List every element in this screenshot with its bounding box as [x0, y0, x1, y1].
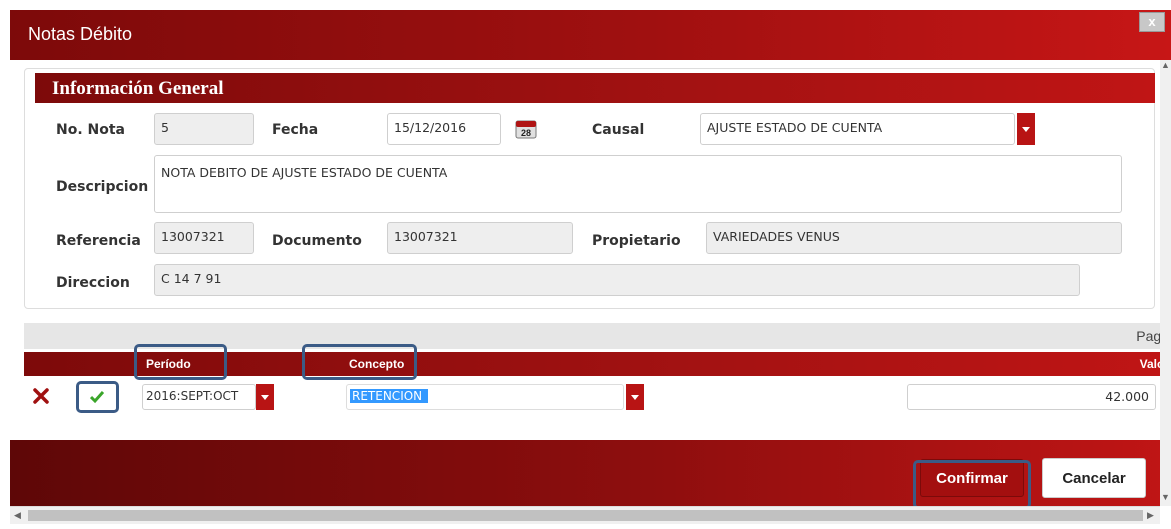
documento-label: Documento: [272, 233, 362, 249]
scroll-up-icon[interactable]: ▲: [1161, 60, 1170, 70]
concepto-select[interactable]: RETENCION: [346, 384, 624, 410]
no-nota-label: No. Nota: [56, 122, 126, 138]
highlight-concepto: [302, 344, 417, 380]
causal-label: Causal: [592, 122, 645, 138]
scroll-thumb[interactable]: [28, 510, 1143, 521]
scroll-down-icon[interactable]: ▼: [1161, 492, 1170, 502]
direccion-field[interactable]: C 14 7 91: [154, 264, 1080, 296]
scroll-right-icon[interactable]: ▶: [1147, 510, 1154, 521]
panel-title: Información General: [52, 78, 224, 99]
descripcion-textarea[interactable]: NOTA DEBITO DE AJUSTE ESTADO DE CUENTA: [154, 155, 1122, 213]
svg-text:28: 28: [521, 128, 531, 138]
referencia-field[interactable]: 13007321: [154, 222, 254, 254]
fecha-label: Fecha: [272, 122, 319, 138]
cancel-button[interactable]: Cancelar: [1042, 458, 1146, 498]
dialog-title: Notas Débito: [28, 24, 133, 44]
concepto-selected-value: RETENCION: [350, 389, 429, 403]
vertical-scrollbar[interactable]: ▲ ▼: [1160, 60, 1171, 506]
referencia-label: Referencia: [56, 233, 141, 249]
close-button[interactable]: x: [1139, 12, 1165, 32]
fecha-input[interactable]: 15/12/2016: [387, 113, 501, 145]
no-nota-field[interactable]: 5: [154, 113, 254, 145]
chevron-down-icon[interactable]: [256, 384, 274, 410]
propietario-field[interactable]: VARIEDADES VENUS: [706, 222, 1122, 254]
descripcion-label: Descripcion: [56, 179, 149, 195]
chevron-down-icon[interactable]: [626, 384, 644, 410]
highlight-periodo: [134, 344, 227, 380]
periodo-select[interactable]: 2016:SEPT:OCT: [142, 384, 256, 410]
causal-select[interactable]: AJUSTE ESTADO DE CUENTA: [700, 113, 1015, 145]
panel-header: Información General: [35, 73, 1155, 103]
direccion-label: Direccion: [56, 275, 130, 291]
propietario-label: Propietario: [592, 233, 681, 249]
calendar-icon[interactable]: 28: [515, 119, 537, 139]
dialog-titlebar: Notas Débito x: [10, 10, 1171, 60]
horizontal-scrollbar[interactable]: ◀ ▶: [10, 506, 1160, 524]
chevron-down-icon[interactable]: [1017, 113, 1035, 145]
highlight-check: [76, 381, 119, 413]
scroll-left-icon[interactable]: ◀: [14, 510, 21, 521]
documento-field[interactable]: 13007321: [387, 222, 573, 254]
highlight-confirm: [913, 460, 1031, 509]
delete-row-icon[interactable]: [33, 388, 49, 404]
valor-input[interactable]: 42.000: [907, 384, 1156, 410]
